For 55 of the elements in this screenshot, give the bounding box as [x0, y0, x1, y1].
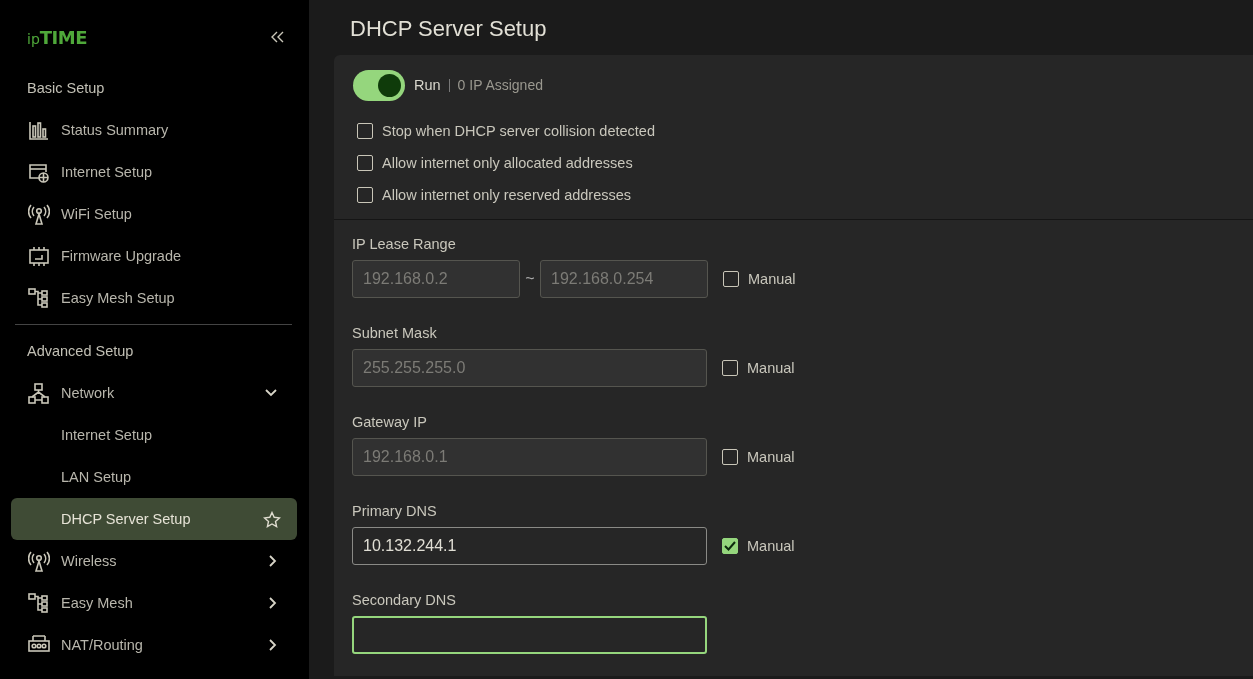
chevron-right-icon	[269, 555, 277, 567]
sidebar-subitem[interactable]: Internet Setup	[11, 414, 297, 456]
sidebar-subitem[interactable]: LAN Setup	[11, 456, 297, 498]
sidebar-item[interactable]: Internet Setup	[11, 151, 297, 193]
sidebar-item[interactable]: NAT/Routing	[11, 624, 297, 666]
checkbox[interactable]	[722, 360, 738, 376]
window-globe-icon	[28, 161, 50, 183]
manual-label: Manual	[748, 271, 796, 287]
run-toggle[interactable]	[353, 69, 405, 101]
ip-time-logo: ipTIME	[27, 26, 87, 48]
tree-nodes-icon	[28, 592, 50, 614]
manual-label: Manual	[747, 449, 795, 465]
chevron-right-icon	[269, 639, 277, 651]
field-label: Secondary DNS	[352, 591, 457, 610]
field-label: IP Lease Range	[352, 235, 457, 254]
run-label: Run	[414, 77, 441, 93]
section-heading: Basic Setup	[26, 79, 106, 98]
antenna-icon	[28, 550, 50, 572]
collapse-icon[interactable]	[270, 31, 285, 43]
sidebar-item[interactable]: Network	[11, 372, 297, 414]
option-label: Allow internet only allocated addresses	[382, 155, 633, 171]
sidebar-item[interactable]: Firmware Upgrade	[11, 235, 297, 277]
firmware-board-icon	[28, 245, 50, 267]
checkbox[interactable]	[357, 155, 373, 171]
input-field[interactable]: 10.132.244.1	[352, 527, 707, 565]
checkbox[interactable]	[722, 449, 738, 465]
manual-label: Manual	[747, 360, 795, 376]
sidebar-item[interactable]: Easy Mesh Setup	[11, 277, 297, 319]
option-label: Allow internet only reserved addresses	[382, 187, 632, 203]
checkbox[interactable]	[722, 538, 738, 554]
sidebar-item[interactable]: WiFi Setup	[11, 193, 297, 235]
checkbox[interactable]	[357, 187, 373, 203]
checkbox[interactable]	[357, 123, 373, 139]
page-title: DHCP Server Setup	[350, 16, 548, 42]
option-label: Stop when DHCP server collision detected	[382, 123, 655, 139]
sidebar-item[interactable]: Status Summary	[11, 109, 297, 151]
field-label: Gateway IP	[352, 413, 428, 432]
sidebar-subitem[interactable]: DHCP Server Setup	[11, 498, 297, 540]
bar-chart-icon	[28, 119, 50, 141]
sidebar-item[interactable]: Easy Mesh	[11, 582, 297, 624]
sidebar-item[interactable]: Wireless	[11, 540, 297, 582]
network-nodes-icon	[28, 382, 50, 404]
checkbox[interactable]	[723, 271, 739, 287]
chevron-right-icon	[269, 597, 277, 609]
section-heading: Advanced Setup	[26, 342, 135, 361]
range-separator: ~	[524, 270, 536, 288]
star-icon[interactable]	[263, 510, 281, 528]
field-label: Primary DNS	[352, 502, 438, 521]
input-field[interactable]	[352, 616, 707, 654]
manual-label: Manual	[747, 538, 795, 554]
chevron-down-icon	[265, 389, 277, 397]
antenna-icon	[28, 203, 50, 225]
field-label: Subnet Mask	[352, 324, 438, 343]
assigned-count: 0 IP Assigned	[457, 77, 543, 93]
tree-nodes-icon	[28, 287, 50, 309]
